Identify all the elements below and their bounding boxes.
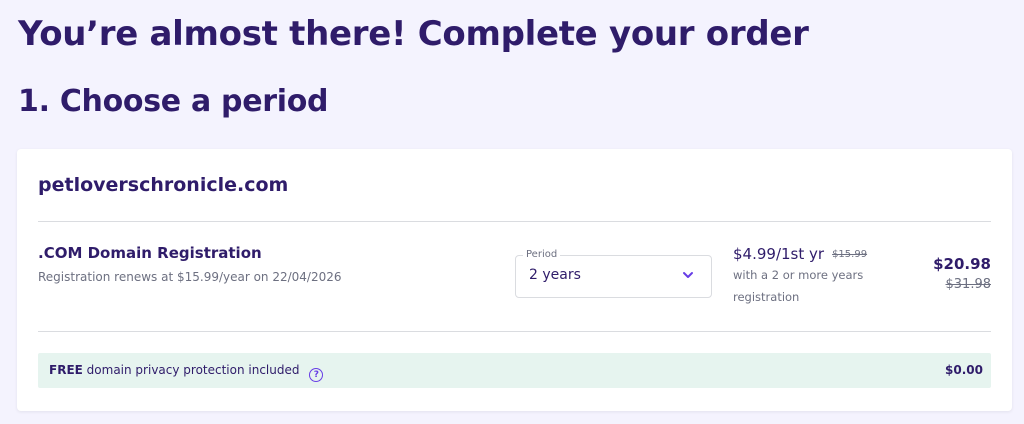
renewal-note: Registration renews at $15.99/year on 22…	[38, 270, 342, 284]
divider	[38, 221, 991, 222]
privacy-price: $0.00	[945, 363, 983, 377]
section-title: 1. Choose a period	[18, 84, 329, 119]
total-price: $20.98	[933, 255, 991, 273]
period-label: Period	[523, 249, 561, 260]
order-card: petloverschronicle.com .COM Domain Regis…	[17, 149, 1012, 411]
price-main: $4.99/1st yr	[733, 245, 825, 263]
domain-name: petloverschronicle.com	[38, 174, 289, 196]
period-value: 2 years	[529, 267, 581, 283]
price-note: with a 2 or more years registration	[733, 268, 864, 304]
price-original: $15.99	[832, 249, 868, 260]
question-circle-icon[interactable]: ?	[309, 368, 324, 382]
free-label: FREE	[49, 363, 83, 377]
privacy-protection-row: FREE domain privacy protection included …	[38, 353, 991, 388]
privacy-description: domain privacy protection included	[86, 363, 300, 377]
divider	[38, 331, 991, 332]
chevron-down-icon	[683, 272, 693, 278]
page-title: You’re almost there! Complete your order	[18, 14, 809, 54]
privacy-text: FREE domain privacy protection included …	[49, 363, 324, 382]
price-per-year: $4.99/1st yr $15.99	[733, 245, 867, 263]
product-title: .COM Domain Registration	[38, 244, 262, 262]
period-select[interactable]: Period 2 years	[515, 249, 712, 298]
total-original-price: $31.98	[945, 277, 992, 292]
